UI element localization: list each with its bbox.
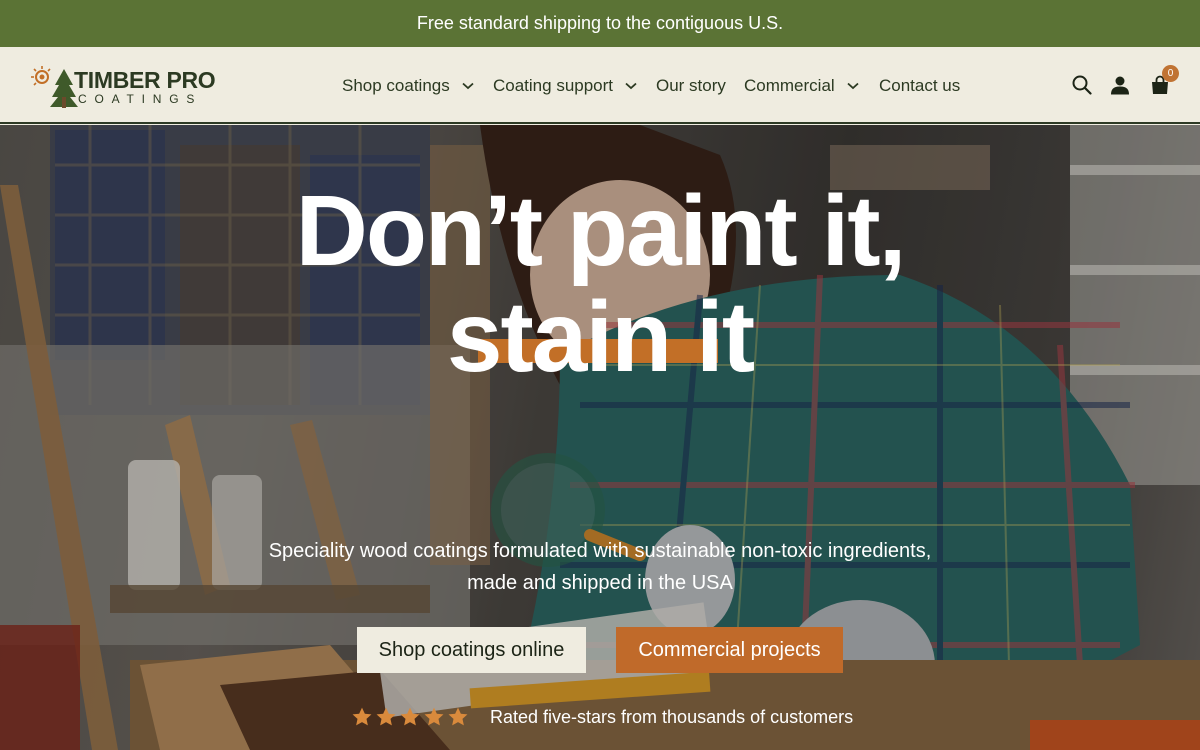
nav-contact-us-label: Contact us <box>879 75 961 95</box>
cart-count-badge: 0 <box>1162 65 1179 82</box>
star-icon <box>424 707 444 726</box>
hero-subtitle: Speciality wood coatings formulated with… <box>200 535 1000 599</box>
hero-subtitle-line2: made and shipped in the USA <box>467 572 733 594</box>
nav-contact-us[interactable]: Contact us <box>879 47 960 124</box>
nav-coating-support-label: Coating support <box>493 75 614 95</box>
hero-subtitle-line1: Speciality wood coatings formulated with… <box>268 540 932 562</box>
nav-our-story[interactable]: Our story <box>656 47 726 124</box>
chevron-down-icon <box>462 82 474 90</box>
commercial-projects-button[interactable]: Commercial projects <box>616 627 843 673</box>
logo-wordmark: TIMBER PRO <box>74 67 216 93</box>
announcement-text: Free standard shipping to the contiguous… <box>416 13 784 33</box>
announcement-bar: Free standard shipping to the contiguous… <box>0 0 1200 47</box>
hero-headline-line1: Don’t paint it, <box>295 175 907 287</box>
nav-shop-coatings-label: Shop coatings <box>342 75 450 95</box>
star-icon <box>376 707 396 726</box>
nav-commercial[interactable]: Commercial <box>744 47 859 124</box>
cart-button[interactable]: 0 <box>1148 65 1179 97</box>
star-icon <box>352 707 372 726</box>
search-icon <box>1072 75 1092 95</box>
rating-row: Rated five-stars from thousands of custo… <box>351 703 853 731</box>
rating-stars <box>351 706 469 728</box>
hero-section: Don’t paint it, stain it Speciality wood… <box>0 125 1200 750</box>
nav-shop-coatings[interactable]: Shop coatings <box>342 47 474 124</box>
chevron-down-icon <box>847 82 859 90</box>
nav-coating-support[interactable]: Coating support <box>493 47 637 124</box>
rating-text: Rated five-stars from thousands of custo… <box>490 706 854 727</box>
site-header: TIMBER PRO COATINGS Shop coatings Coatin… <box>0 47 1200 124</box>
user-icon <box>1111 76 1129 95</box>
star-icon <box>448 707 468 726</box>
search-button[interactable] <box>1070 73 1094 97</box>
nav-commercial-label: Commercial <box>744 75 835 95</box>
logo-tree-icon <box>31 66 78 108</box>
chevron-down-icon <box>625 82 637 90</box>
hero-headline-line2: stain it <box>446 281 755 393</box>
logo[interactable]: TIMBER PRO COATINGS <box>28 63 228 111</box>
shop-coatings-online-button[interactable]: Shop coatings online <box>357 627 586 673</box>
logo-subwordmark: COATINGS <box>78 92 203 106</box>
star-icon <box>400 707 420 726</box>
account-button[interactable] <box>1108 73 1132 97</box>
nav-our-story-label: Our story <box>656 75 726 95</box>
